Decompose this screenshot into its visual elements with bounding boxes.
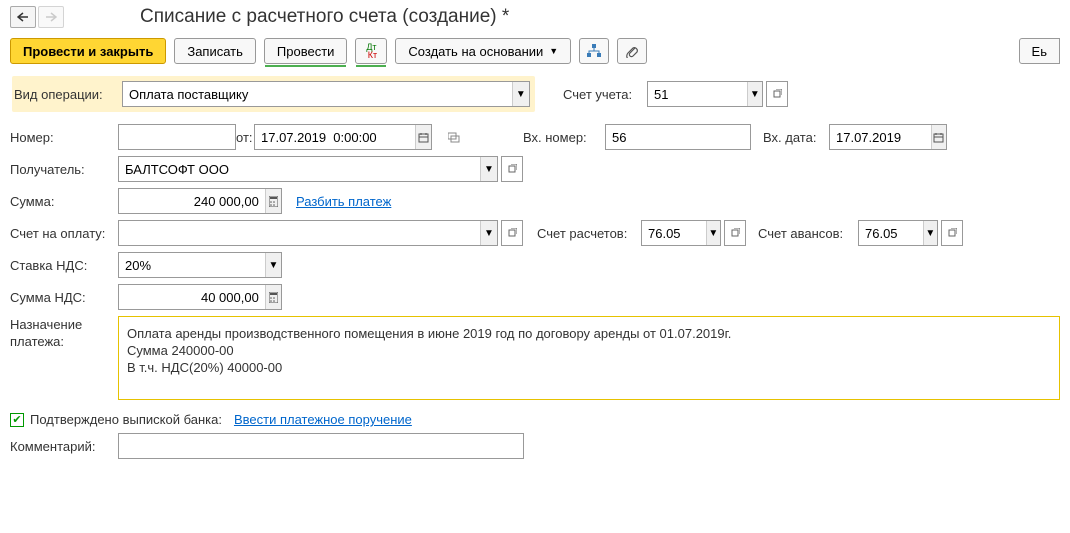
- op-type-dropdown[interactable]: ▼: [512, 82, 529, 106]
- adv-account-input[interactable]: [859, 221, 923, 245]
- date-input[interactable]: [255, 125, 415, 149]
- vat-rate-label: Ставка НДС:: [10, 258, 118, 273]
- in-number-field[interactable]: [605, 124, 751, 150]
- account-input[interactable]: [648, 82, 747, 106]
- enter-order-link[interactable]: Ввести платежное поручение: [234, 412, 412, 427]
- calculator-icon: [269, 292, 278, 303]
- in-date-calendar-button[interactable]: [931, 125, 946, 149]
- recipient-label: Получатель:: [10, 162, 118, 177]
- open-icon: [507, 164, 517, 174]
- op-type-label: Вид операции:: [14, 87, 122, 102]
- invoice-dropdown[interactable]: ▼: [480, 221, 497, 245]
- date-extra-button[interactable]: [443, 124, 465, 150]
- calc-account-field[interactable]: ▼: [641, 220, 721, 246]
- account-label: Счет учета:: [563, 87, 647, 102]
- calendar-icon: [933, 132, 944, 143]
- account-field[interactable]: ▼: [647, 81, 763, 107]
- adv-account-open-button[interactable]: [941, 220, 963, 246]
- purpose-label: Назначение платежа:: [10, 316, 118, 350]
- invoice-input[interactable]: [119, 221, 480, 245]
- invoice-field[interactable]: ▼: [118, 220, 498, 246]
- calc-account-dropdown[interactable]: ▼: [706, 221, 720, 245]
- post-and-close-button[interactable]: Провести и закрыть: [10, 38, 166, 64]
- recipient-input[interactable]: [119, 157, 480, 181]
- save-button[interactable]: Записать: [174, 38, 256, 64]
- vat-rate-field[interactable]: ▼: [118, 252, 282, 278]
- dtkt-button[interactable]: ДтКт: [355, 38, 387, 64]
- dtkt-icon: ДтКт: [366, 43, 377, 59]
- from-label: от:: [236, 130, 248, 145]
- arrow-left-icon: [17, 12, 29, 22]
- op-type-field[interactable]: ▼: [122, 81, 530, 107]
- dropdown-icon: ▼: [549, 46, 558, 56]
- structure-button[interactable]: [579, 38, 609, 64]
- vat-sum-label: Сумма НДС:: [10, 290, 118, 305]
- create-based-label: Создать на основании: [408, 44, 543, 59]
- in-number-input[interactable]: [606, 125, 750, 149]
- number-label: Номер:: [10, 130, 118, 145]
- comment-input[interactable]: [119, 434, 523, 458]
- vat-sum-input[interactable]: [119, 285, 265, 309]
- in-number-label: Вх. номер:: [523, 130, 605, 145]
- nav-back-button[interactable]: [10, 6, 36, 28]
- open-icon: [507, 228, 517, 238]
- form-icon: [448, 132, 460, 143]
- attach-button[interactable]: [617, 38, 647, 64]
- op-type-input[interactable]: [123, 82, 512, 106]
- split-payment-link[interactable]: Разбить платеж: [296, 194, 391, 209]
- sum-calc-button[interactable]: [265, 189, 281, 213]
- date-calendar-button[interactable]: [415, 125, 431, 149]
- recipient-open-button[interactable]: [501, 156, 523, 182]
- adv-account-field[interactable]: ▼: [858, 220, 938, 246]
- sum-field[interactable]: [118, 188, 282, 214]
- invoice-open-button[interactable]: [501, 220, 523, 246]
- recipient-field[interactable]: ▼: [118, 156, 498, 182]
- in-date-input[interactable]: [830, 125, 931, 149]
- arrow-right-icon: [45, 12, 57, 22]
- toolbar: Провести и закрыть Записать Провести ДтК…: [10, 38, 1060, 64]
- calculator-icon: [269, 196, 278, 207]
- number-field[interactable]: [118, 124, 236, 150]
- vat-rate-dropdown[interactable]: ▼: [265, 253, 281, 277]
- paperclip-icon: [625, 44, 639, 58]
- in-date-label: Вх. дата:: [763, 130, 829, 145]
- page-title: Списание с расчетного счета (создание) *: [140, 6, 509, 28]
- number-input[interactable]: [119, 125, 235, 149]
- more-button[interactable]: Еь: [1019, 38, 1060, 64]
- date-field[interactable]: [254, 124, 432, 150]
- confirmed-checkbox[interactable]: ✔: [10, 413, 24, 427]
- calc-account-input[interactable]: [642, 221, 706, 245]
- account-dropdown[interactable]: ▼: [747, 82, 762, 106]
- open-icon: [730, 228, 740, 238]
- vat-sum-field[interactable]: [118, 284, 282, 310]
- sum-label: Сумма:: [10, 194, 118, 209]
- open-icon: [772, 89, 782, 99]
- adv-account-label: Счет авансов:: [758, 226, 858, 241]
- open-icon: [947, 228, 957, 238]
- recipient-dropdown[interactable]: ▼: [480, 157, 497, 181]
- sum-input[interactable]: [119, 189, 265, 213]
- create-based-button[interactable]: Создать на основании ▼: [395, 38, 571, 64]
- calc-account-open-button[interactable]: [724, 220, 746, 246]
- confirmed-label: Подтверждено выпиской банка:: [30, 412, 222, 427]
- comment-label: Комментарий:: [10, 439, 118, 454]
- account-open-button[interactable]: [766, 81, 788, 107]
- comment-field[interactable]: [118, 433, 524, 459]
- nav-forward-button: [38, 6, 64, 28]
- vat-rate-input[interactable]: [119, 253, 265, 277]
- calendar-icon: [418, 132, 429, 143]
- calc-account-label: Счет расчетов:: [537, 226, 641, 241]
- purpose-text[interactable]: Оплата аренды производственного помещени…: [127, 325, 1051, 391]
- vat-sum-calc-button[interactable]: [265, 285, 281, 309]
- invoice-label: Счет на оплату:: [10, 226, 118, 241]
- tree-icon: [587, 44, 601, 58]
- operation-type-row: Вид операции: ▼: [12, 76, 535, 112]
- purpose-field[interactable]: Оплата аренды производственного помещени…: [118, 316, 1060, 400]
- adv-account-dropdown[interactable]: ▼: [923, 221, 937, 245]
- in-date-field[interactable]: [829, 124, 947, 150]
- post-button[interactable]: Провести: [264, 38, 348, 64]
